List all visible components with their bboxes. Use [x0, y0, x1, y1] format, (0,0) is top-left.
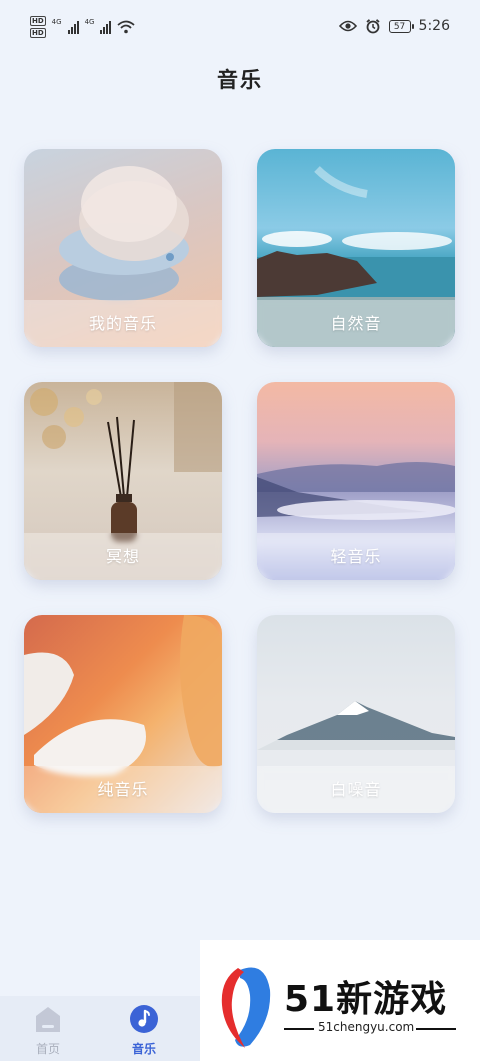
watermark-url: 51chengyu.com: [318, 1020, 415, 1034]
tab-music[interactable]: 音乐: [104, 996, 184, 1061]
card-label: 冥想: [105, 547, 140, 566]
tab-home[interactable]: 首页: [8, 996, 88, 1061]
hd-icon: HD: [30, 28, 46, 38]
alarm-icon: [365, 19, 380, 34]
watermark-divider: [284, 1028, 314, 1030]
hd-icon: HD: [30, 16, 46, 26]
page-title: 音乐: [217, 68, 263, 92]
signal-icon: [67, 20, 79, 34]
hd-indicators: HD HD: [30, 16, 46, 38]
card-label: 白噪音: [330, 780, 382, 799]
category-card-white-noise[interactable]: 白噪音: [257, 615, 455, 813]
card-label: 轻音乐: [330, 547, 382, 566]
status-bar: HD HD 4G 4G 57 5:26: [0, 0, 480, 58]
watermark-text: 51新游戏: [284, 979, 448, 1020]
clock: 5:26: [418, 18, 450, 34]
category-card-my-music[interactable]: 我的音乐: [24, 149, 222, 347]
category-card-pure-music[interactable]: 纯音乐: [24, 615, 222, 813]
card-label: 自然音: [330, 314, 382, 333]
network-type-label: 4G: [51, 18, 62, 26]
watermark-divider: [416, 1028, 456, 1030]
signal-icon: [100, 20, 112, 34]
category-card-meditation[interactable]: 冥想: [24, 382, 222, 580]
eye-icon: [338, 20, 357, 32]
category-card-nature-sounds[interactable]: 自然音: [257, 149, 455, 347]
wifi-icon: [117, 20, 136, 34]
battery-icon: 57: [388, 19, 414, 33]
status-right: 57 5:26: [338, 18, 450, 34]
status-left: HD HD 4G 4G: [30, 16, 136, 38]
tab-home-label: 首页: [35, 1042, 60, 1056]
category-card-light-music[interactable]: 轻音乐: [257, 382, 455, 580]
watermark-overlay: 51新游戏 51chengyu.com: [200, 940, 480, 1061]
card-label: 纯音乐: [97, 780, 149, 799]
home-icon: [36, 1007, 60, 1032]
music-note-icon: [130, 1005, 158, 1033]
card-label: 我的音乐: [88, 314, 157, 333]
network-type-label: 4G: [84, 18, 95, 26]
tab-music-label: 音乐: [131, 1042, 156, 1056]
watermark-logo: [221, 967, 271, 1048]
